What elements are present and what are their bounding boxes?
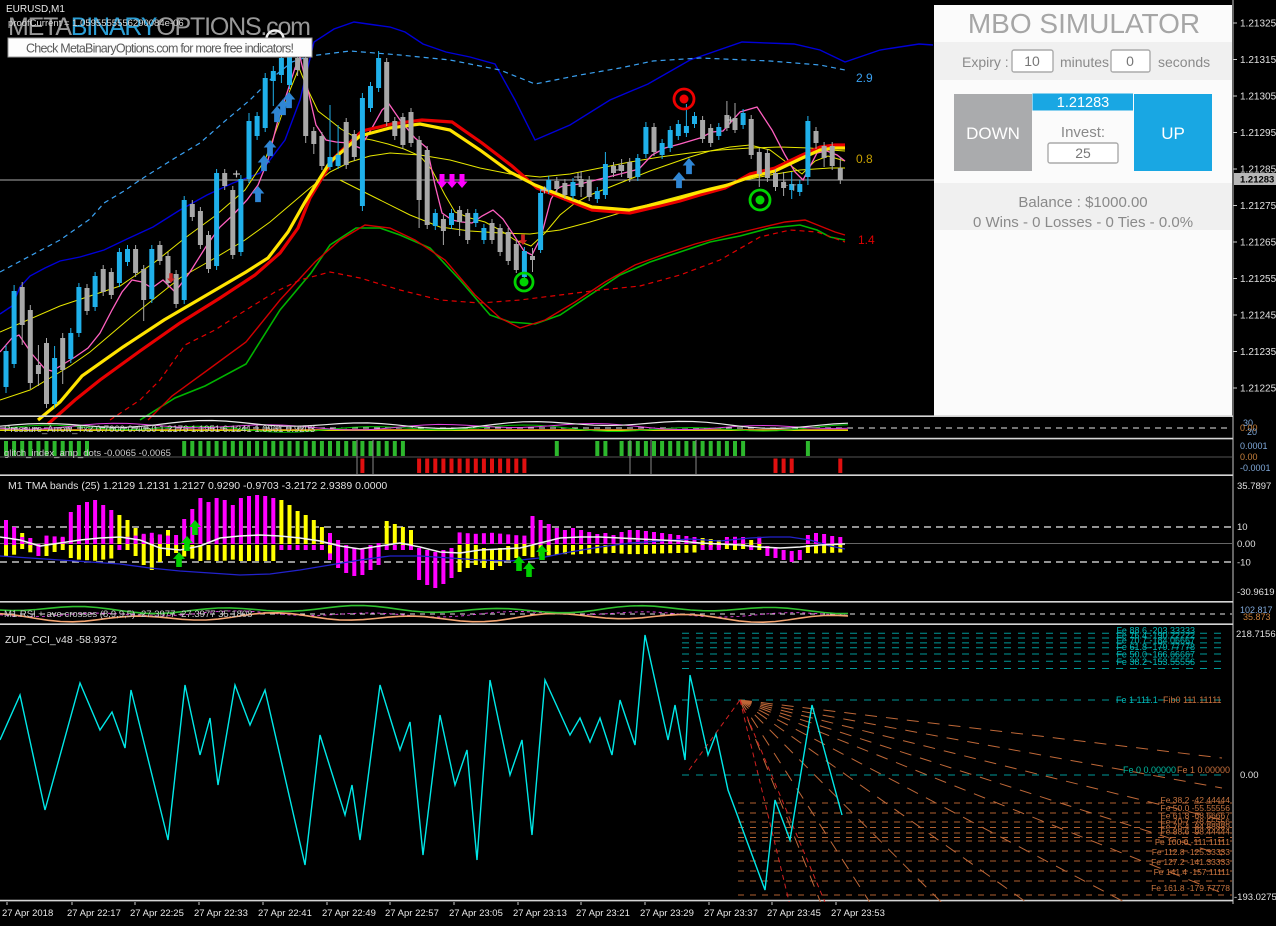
svg-text:1.21325: 1.21325 [1240,19,1276,30]
svg-text:Fe 161.8 -179.77778: Fe 161.8 -179.77778 [1151,883,1230,893]
svg-text:M1 RSI + ave crosses (8,9,9,5): M1 RSI + ave crosses (8,9,9,5) -27.3977 … [4,609,252,620]
svg-text:Pressure_Arrow_Tx2 0.7000 0.40: Pressure_Arrow_Tx2 0.7000 0.4050 1.2176 … [4,424,315,435]
svg-text:1.21235: 1.21235 [1240,347,1276,358]
svg-text:20: 20 [1247,427,1257,437]
svg-text:0.8: 0.8 [856,152,873,166]
svg-text:10: 10 [1237,522,1248,533]
svg-text:Fe 100.0 -111.11111: Fe 100.0 -111.11111 [1155,837,1230,847]
svg-text:UP: UP [1161,124,1185,143]
svg-text:1.21305: 1.21305 [1240,92,1276,103]
svg-text:-0.0001: -0.0001 [1240,463,1271,473]
svg-text:DOWN: DOWN [966,124,1020,143]
svg-text:Fib0 111.11111: Fib0 111.11111 [1163,695,1222,705]
svg-text:1.21265: 1.21265 [1240,238,1276,249]
svg-text:Fe 0 0.00000: Fe 0 0.00000 [1123,765,1176,775]
svg-text:Fe 1 0.00000: Fe 1 0.00000 [1177,765,1230,775]
svg-text:1.4: 1.4 [858,233,875,247]
svg-text:27 Apr 22:25: 27 Apr 22:25 [130,908,184,919]
svg-text:seconds: seconds [1158,54,1210,70]
svg-text:1.21283: 1.21283 [1240,175,1274,186]
svg-text:27 Apr 2018: 27 Apr 2018 [2,908,53,919]
svg-text:Fe 112.8 -125.33333: Fe 112.8 -125.33333 [1152,847,1231,857]
svg-text:10: 10 [1024,53,1040,69]
svg-text:27 Apr 22:41: 27 Apr 22:41 [258,908,312,919]
svg-text:27 Apr 23:29: 27 Apr 23:29 [640,908,694,919]
svg-text:27 Apr 23:53: 27 Apr 23:53 [831,908,885,919]
svg-text:1.21245: 1.21245 [1240,311,1276,322]
svg-text:27 Apr 22:17: 27 Apr 22:17 [67,908,121,919]
svg-text:minutes: minutes [1060,54,1109,70]
svg-text:M1 TMA bands (25) 1.2129 1.213: M1 TMA bands (25) 1.2129 1.2131 1.2127 0… [8,480,387,492]
svg-text:1.21225: 1.21225 [1240,384,1276,395]
svg-text:0.00: 0.00 [1237,539,1256,550]
svg-text:Fe 141.4 -157.11111: Fe 141.4 -157.11111 [1154,867,1231,877]
svg-text:proofCurrent = 1.0595555556290: proofCurrent = 1.0595555556290084e-06 [8,18,184,29]
svg-text:0.00: 0.00 [1240,770,1259,781]
svg-text:Fe 127.2 -141.33333: Fe 127.2 -141.33333 [1151,857,1230,867]
svg-text:35.873: 35.873 [1243,612,1271,622]
svg-text:Fe 38.2 -153.55556: Fe 38.2 -153.55556 [1116,657,1195,667]
svg-text:-10: -10 [1237,558,1251,569]
svg-text:0.0001: 0.0001 [1240,441,1268,451]
svg-text:218.7156: 218.7156 [1236,629,1276,640]
svg-text:-30.9619: -30.9619 [1237,587,1275,598]
svg-text:25: 25 [1075,145,1091,161]
svg-text:0: 0 [1126,53,1134,69]
svg-text:T: T [791,183,797,193]
svg-text:0.00: 0.00 [1240,452,1258,462]
svg-text:27 Apr 23:13: 27 Apr 23:13 [513,908,567,919]
svg-text:27 Apr 23:05: 27 Apr 23:05 [449,908,503,919]
svg-text:27 Apr 22:33: 27 Apr 22:33 [194,908,248,919]
svg-text:Invest:: Invest: [1061,124,1105,141]
svg-text:Expiry :: Expiry : [962,54,1009,70]
svg-text:1.21275: 1.21275 [1240,201,1276,212]
svg-text:EURUSD,M1: EURUSD,M1 [6,4,65,15]
svg-text:27 Apr 22:57: 27 Apr 22:57 [385,908,439,919]
svg-text:Check MetaBinaryOptions.com fo: Check MetaBinaryOptions.com for more fre… [26,42,294,56]
svg-text:0 Wins - 0 Losses - 0 Ties - 0: 0 Wins - 0 Losses - 0 Ties - 0.0% [973,214,1193,231]
svg-text:MBO SIMULATOR: MBO SIMULATOR [968,8,1200,39]
svg-text:Fe 1 111.1: Fe 1 111.1 [1116,695,1158,705]
svg-text:27 Apr 23:45: 27 Apr 23:45 [767,908,821,919]
svg-text:Balance : $1000.00: Balance : $1000.00 [1018,194,1147,211]
svg-text:1.21295: 1.21295 [1240,128,1276,139]
svg-text:2.9: 2.9 [856,71,873,85]
svg-text:27 Apr 22:49: 27 Apr 22:49 [322,908,376,919]
svg-text:1.21315: 1.21315 [1240,55,1276,66]
svg-text:27 Apr 23:37: 27 Apr 23:37 [704,908,758,919]
svg-text:27 Apr 23:21: 27 Apr 23:21 [576,908,630,919]
svg-text:1.21283: 1.21283 [1057,95,1109,111]
svg-text:35.7897: 35.7897 [1237,481,1271,492]
svg-text:⊥: ⊥ [781,178,789,188]
svg-text:glitch_index_amp_dots -0.0065: glitch_index_amp_dots -0.0065 -0.0065 [4,448,171,459]
svg-text:-193.0275: -193.0275 [1234,892,1276,903]
svg-text:1.21255: 1.21255 [1240,274,1276,285]
svg-text:ZUP_CCI_v48 -58.9372: ZUP_CCI_v48 -58.9372 [5,634,117,646]
svg-text:Fe 88.6 -98.44444: Fe 88.6 -98.44444 [1161,827,1231,837]
